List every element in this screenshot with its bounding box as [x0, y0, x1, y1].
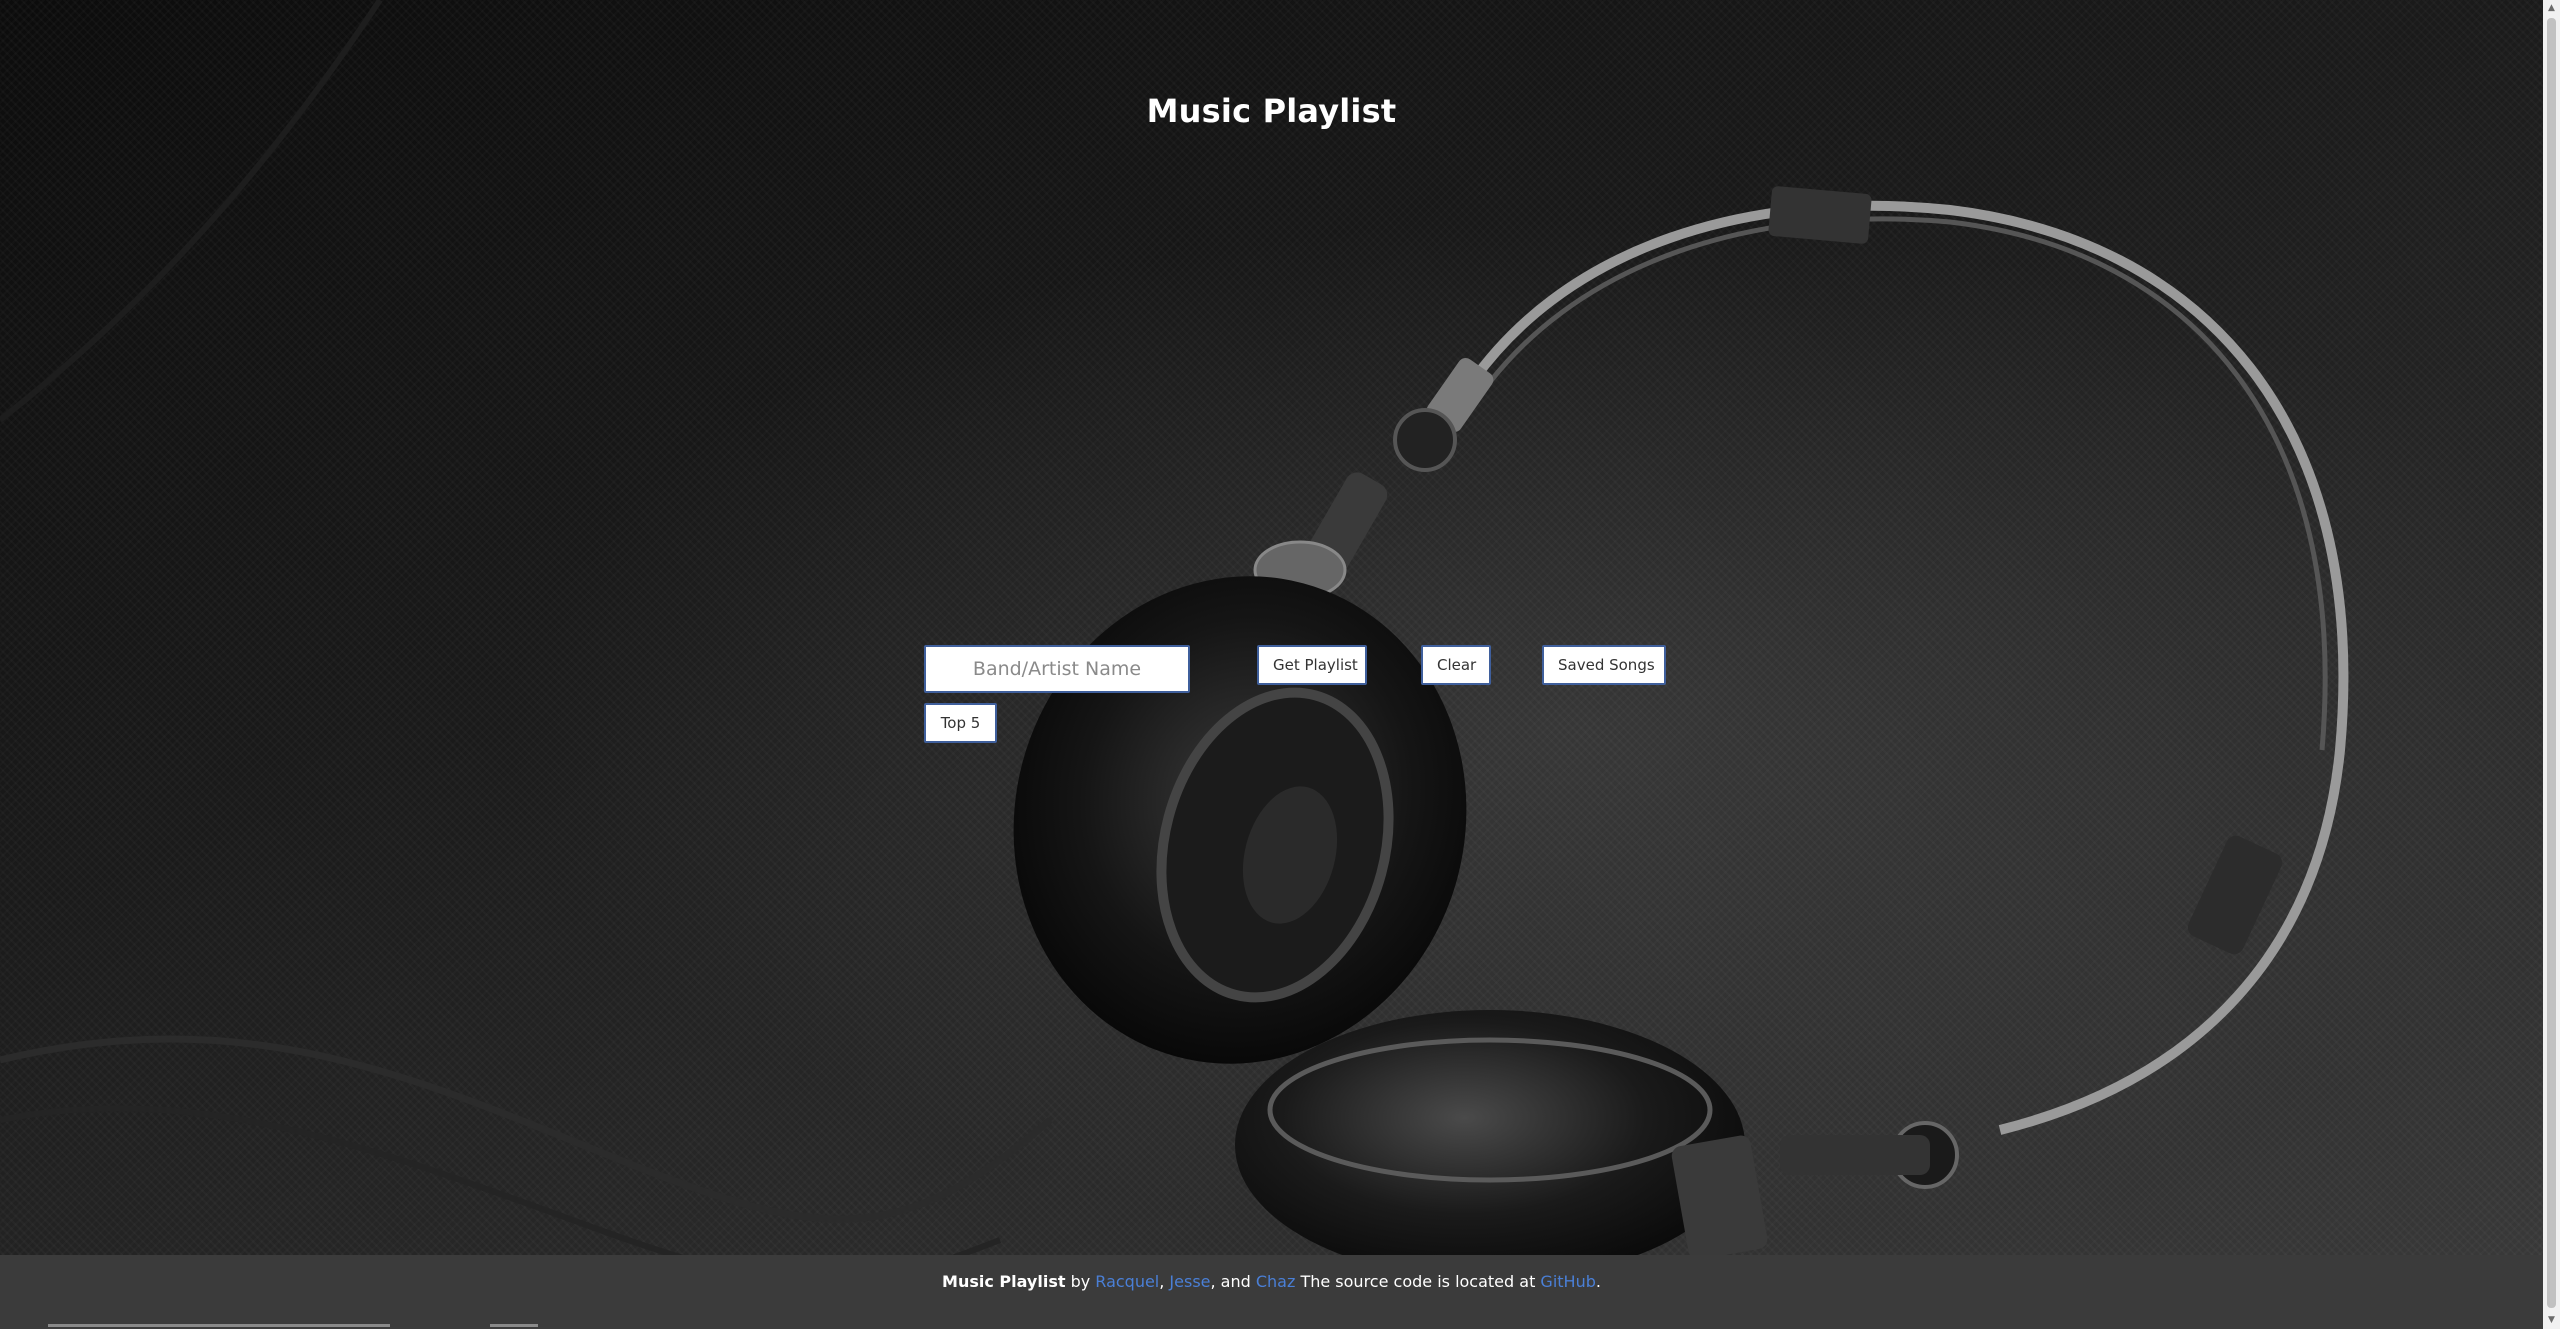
ear-cup-lower	[1235, 1010, 1745, 1280]
saved-songs-button[interactable]: Saved Songs	[1542, 645, 1666, 685]
hinge-knob	[1393, 408, 1457, 472]
page-title: Music Playlist	[1146, 92, 1397, 130]
horizontal-scrollbar[interactable]	[0, 1322, 2543, 1329]
band-joint	[2187, 835, 2283, 955]
headband-slider	[1768, 186, 1872, 244]
scroll-down-arrow-icon[interactable]: ▼	[2543, 1312, 2560, 1329]
cable	[0, 1035, 1053, 1223]
page-background: Music Playlist Get Playlist Clear Saved …	[0, 0, 2543, 1329]
footer-separator-and: , and	[1210, 1272, 1256, 1291]
author-link-racquel[interactable]: Racquel	[1095, 1272, 1159, 1291]
scrollbar-thumb[interactable]	[2547, 18, 2556, 1308]
artist-search-input[interactable]	[924, 645, 1190, 693]
github-link[interactable]: GitHub	[1540, 1272, 1595, 1291]
horizontal-scrollbar-segment[interactable]	[490, 1324, 538, 1327]
footer-source-text: The source code is located at	[1295, 1272, 1541, 1291]
horizontal-scrollbar-thumb[interactable]	[48, 1324, 390, 1327]
cable	[0, 0, 383, 423]
get-playlist-button[interactable]: Get Playlist	[1257, 645, 1367, 685]
footer-by-text: by	[1065, 1272, 1096, 1291]
author-link-jesse[interactable]: Jesse	[1169, 1272, 1210, 1291]
lower-arm	[1780, 1135, 1930, 1175]
ear-cup-lower-base	[1671, 1135, 1768, 1260]
scroll-up-arrow-icon[interactable]: ▲	[2543, 0, 2560, 17]
vertical-scrollbar[interactable]: ▲ ▼	[2543, 0, 2560, 1329]
clear-button[interactable]: Clear	[1421, 645, 1491, 685]
footer-period: .	[1595, 1272, 1601, 1291]
footer-separator: ,	[1159, 1272, 1170, 1291]
author-link-chaz[interactable]: Chaz	[1256, 1272, 1296, 1291]
footer: Music Playlist by Racquel, Jesse, and Ch…	[0, 1255, 2543, 1329]
footer-app-name: Music Playlist	[942, 1272, 1066, 1291]
top5-button[interactable]: Top 5	[924, 703, 997, 743]
